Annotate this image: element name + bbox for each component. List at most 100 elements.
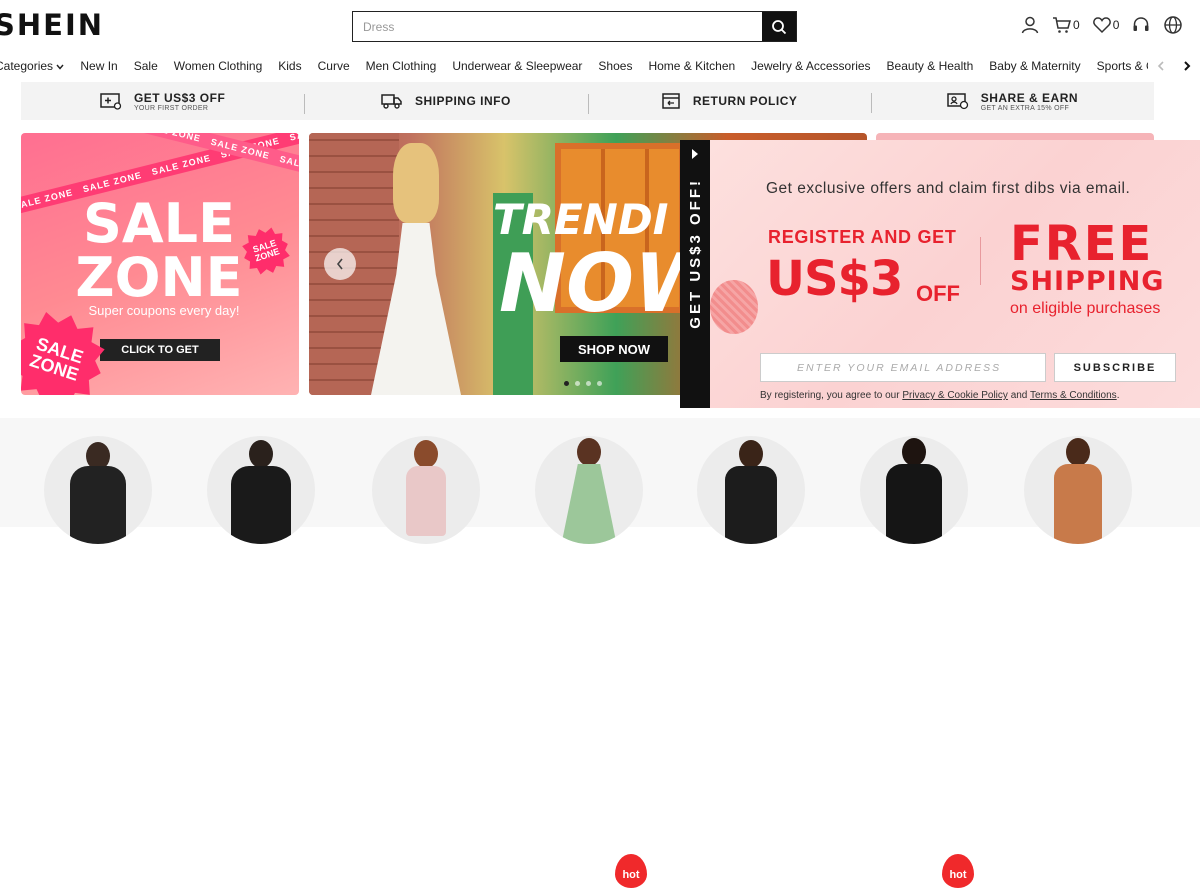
return-box-icon xyxy=(662,93,680,109)
nav-item-label: Categories xyxy=(0,59,54,73)
benefit-coupon[interactable]: GET US$3 OFF YOUR FIRST ORDER xyxy=(21,91,304,112)
model-figure xyxy=(70,466,126,544)
category-circle-curve[interactable] xyxy=(860,436,968,544)
model-figure xyxy=(739,440,763,468)
shein-logo[interactable]: SHEIN xyxy=(0,8,104,42)
cart-button[interactable]: 0 xyxy=(1052,15,1080,35)
hot-badge: hot xyxy=(942,854,974,888)
model-figure xyxy=(561,464,617,544)
privacy-policy-link[interactable]: Privacy & Cookie Policy xyxy=(902,390,1008,401)
sale-zone-banner[interactable]: SALE ZONE SALE ZONE SALE ZONE SALE ZONE … xyxy=(21,133,299,395)
category-circle-kids[interactable] xyxy=(372,436,480,544)
model-figure xyxy=(902,438,926,466)
shipping-text: SHIPPING xyxy=(1010,266,1165,297)
shop-now-button[interactable]: SHOP NOW xyxy=(560,336,668,362)
nav-item-women-clothing[interactable]: Women Clothing xyxy=(166,59,271,73)
account-button[interactable] xyxy=(1020,15,1040,35)
category-circle-swimwear[interactable] xyxy=(1024,436,1132,544)
search-bar xyxy=(352,11,797,42)
search-icon xyxy=(772,19,787,34)
terms-suffix: . xyxy=(1116,390,1120,401)
eligible-text: on eligible purchases xyxy=(1010,300,1161,317)
model-figure xyxy=(1066,438,1090,466)
share-earn-icon xyxy=(946,93,968,110)
model-figure xyxy=(406,466,446,536)
header-icons: 0 0 xyxy=(1020,15,1193,35)
nav-item-baby-maternity[interactable]: Baby & Maternity xyxy=(981,59,1088,73)
model-figure xyxy=(249,440,273,468)
chevron-right-icon[interactable] xyxy=(1183,61,1191,71)
nav-scroll-controls xyxy=(1148,52,1200,80)
popup-side-tab[interactable]: GET US$3 OFF! xyxy=(680,140,710,408)
search-button[interactable] xyxy=(762,12,796,41)
sale-zone-subtitle: Super coupons every day! xyxy=(88,303,240,318)
heart-icon xyxy=(1092,17,1111,34)
discount-amount: US$3 xyxy=(766,251,903,307)
benefit-subtitle: YOUR FIRST ORDER xyxy=(133,104,209,112)
carousel-prev-button[interactable] xyxy=(324,248,356,280)
benefit-shipping[interactable]: SHIPPING INFO xyxy=(304,92,587,114)
nav-item-sale[interactable]: Sale xyxy=(126,59,166,73)
free-text: FREE xyxy=(1010,216,1154,272)
nav-item-men-clothing[interactable]: Men Clothing xyxy=(358,59,445,73)
headset-icon xyxy=(1133,17,1149,31)
benefits-strip: GET US$3 OFF YOUR FIRST ORDER SHIPPING I… xyxy=(21,82,1154,120)
nav-item-new-in[interactable]: New In xyxy=(72,59,125,73)
benefit-return[interactable]: RETURN POLICY xyxy=(587,92,871,114)
carousel-dot[interactable] xyxy=(586,381,591,386)
coupon-icon xyxy=(100,93,122,110)
nav-item-underwear-sleepwear[interactable]: Underwear & Sleepwear xyxy=(444,59,590,73)
nav-item-kids[interactable]: Kids xyxy=(270,59,309,73)
nav-item-jewelry-accessories[interactable]: Jewelry & Accessories xyxy=(743,59,878,73)
nav-item-categories[interactable]: Categories xyxy=(0,59,72,73)
globe-icon xyxy=(1164,16,1183,34)
category-circle-men[interactable] xyxy=(207,436,315,544)
terms-notice: By registering, you agree to our Privacy… xyxy=(760,390,1119,401)
carousel-dot[interactable] xyxy=(597,381,602,386)
category-circle-dresses[interactable] xyxy=(535,436,643,544)
benefit-share[interactable]: SHARE & EARN GET AN EXTRA 15% OFF xyxy=(870,90,1154,113)
nav-item-curve[interactable]: Curve xyxy=(310,59,358,73)
cart-icon xyxy=(1053,17,1071,33)
support-button[interactable] xyxy=(1131,15,1151,35)
model-figure xyxy=(231,466,291,544)
nav-item-home-kitchen[interactable]: Home & Kitchen xyxy=(640,59,743,73)
truck-icon xyxy=(381,94,402,109)
category-circles: hot hot xyxy=(0,418,1200,888)
terms-conditions-link[interactable]: Terms & Conditions xyxy=(1030,390,1117,401)
site-header: SHEIN 0 0 xyxy=(0,0,1200,52)
search-input[interactable] xyxy=(353,12,762,41)
email-signup-popup: Get exclusive offers and claim first dib… xyxy=(710,140,1200,408)
model-figure xyxy=(886,464,942,544)
nav-item-beauty-health[interactable]: Beauty & Health xyxy=(879,59,982,73)
model-figure-head xyxy=(393,143,439,223)
benefit-title: RETURN POLICY xyxy=(692,94,798,108)
chevron-left-icon[interactable] xyxy=(1157,61,1165,71)
decorative-ball xyxy=(710,280,758,334)
category-circle-women[interactable] xyxy=(44,436,152,544)
category-nav: Categories New In Sale Women Clothing Ki… xyxy=(0,52,1200,80)
chevron-left-icon xyxy=(336,258,343,270)
benefit-title: SHARE & EARN xyxy=(980,90,1079,105)
popup-tab-text: GET US$3 OFF! xyxy=(686,178,704,329)
discount-off-label: OFF xyxy=(916,281,960,306)
email-field[interactable] xyxy=(760,353,1046,382)
nav-item-shoes[interactable]: Shoes xyxy=(590,59,640,73)
carousel-dot[interactable] xyxy=(564,381,569,386)
benefit-subtitle: GET AN EXTRA 15% OFF xyxy=(980,104,1070,112)
play-arrow-icon xyxy=(692,149,698,159)
benefit-title: GET US$3 OFF xyxy=(133,90,226,105)
model-figure xyxy=(1054,464,1102,544)
carousel-dot[interactable] xyxy=(575,381,580,386)
subscribe-button[interactable]: SUBSCRIBE xyxy=(1054,353,1176,382)
wishlist-button[interactable]: 0 xyxy=(1092,15,1120,35)
sale-zone-title: SALE ZONE xyxy=(75,192,243,309)
language-button[interactable] xyxy=(1163,15,1183,35)
terms-prefix: By registering, you agree to our xyxy=(760,390,900,401)
popup-divider xyxy=(980,237,981,285)
click-to-get-button[interactable]: CLICK TO GET xyxy=(100,339,220,361)
model-figure xyxy=(725,466,777,544)
wishlist-count: 0 xyxy=(1112,18,1120,32)
cart-count: 0 xyxy=(1073,18,1080,32)
category-circle-tops[interactable] xyxy=(697,436,805,544)
